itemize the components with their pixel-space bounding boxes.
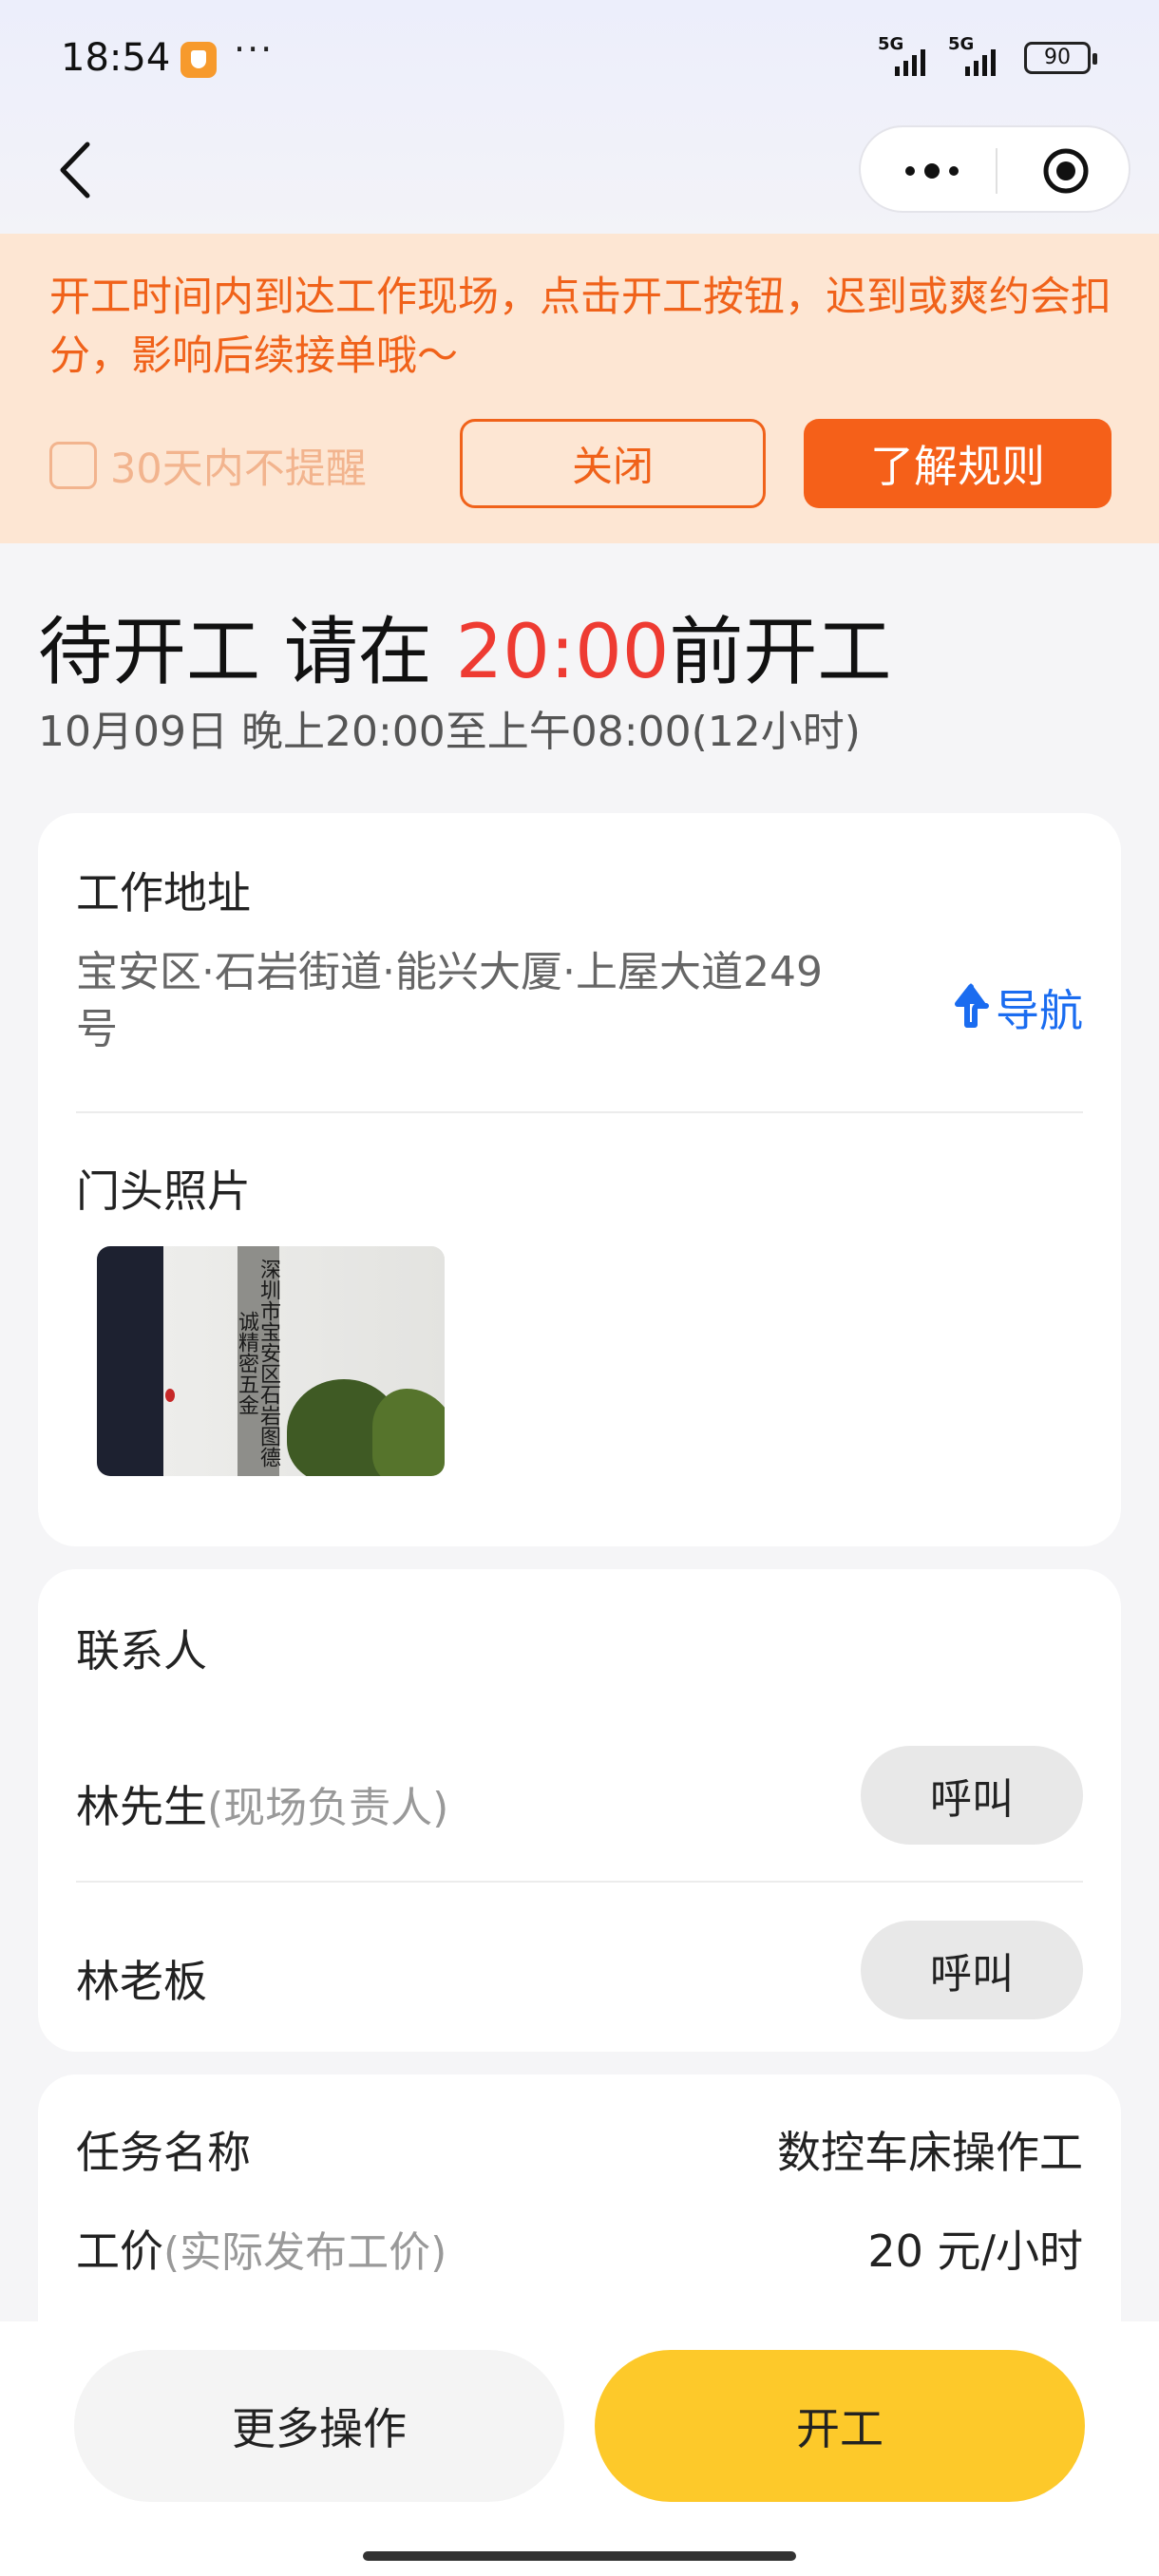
contact-name: 林老板 bbox=[76, 1947, 207, 2010]
top-header: 18:54 ··· 5G 5G 90 bbox=[0, 0, 1159, 234]
photo-plant-2 bbox=[372, 1389, 445, 1476]
signal-icon-2: 5G bbox=[948, 34, 996, 76]
contact-row: 林老板 呼叫 bbox=[76, 1921, 1083, 2019]
network-label-2: 5G bbox=[948, 34, 975, 54]
task-name-value: 数控车床操作工 bbox=[777, 2127, 1083, 2178]
bottom-action-bar: 更多操作 开工 bbox=[0, 2321, 1159, 2576]
signal-icon-1: 5G bbox=[878, 34, 925, 76]
address-title: 工作地址 bbox=[76, 867, 251, 919]
learn-rules-button[interactable]: 了解规则 bbox=[804, 419, 1112, 508]
notice-banner: 开工时间内到达工作现场，点击开工按钮，迟到或爽约会扣分，影响后续接单哦～ 30天… bbox=[0, 234, 1159, 543]
contact-name-text: 林先生 bbox=[76, 1781, 207, 1832]
navigate-label: 导航 bbox=[996, 985, 1083, 1036]
back-arrow-icon bbox=[60, 142, 90, 199]
status-more-dots: ··· bbox=[234, 28, 275, 70]
contacts-card: 联系人 林先生(现场负责人) 呼叫 林老板 呼叫 bbox=[38, 1569, 1121, 2052]
exit-button[interactable] bbox=[1041, 146, 1091, 196]
storefront-photo[interactable]: 深圳市宝安区石岩图德诚精密五金 bbox=[97, 1246, 445, 1476]
more-dots-icon bbox=[905, 163, 959, 179]
address-divider bbox=[76, 1111, 1083, 1113]
contacts-divider bbox=[76, 1881, 1083, 1883]
deadline-time: 20:00 bbox=[455, 610, 670, 695]
address-card: 工作地址 宝安区·石岩街道·能兴大厦·上屋大道249号 导航 门头照片 深圳市宝… bbox=[38, 813, 1121, 1546]
contact-name-text: 林老板 bbox=[76, 1956, 207, 2007]
contacts-title: 联系人 bbox=[76, 1625, 207, 1676]
battery-icon: 90 bbox=[1024, 42, 1097, 74]
wage-value: 20 元/小时 bbox=[867, 2226, 1083, 2277]
call-button[interactable]: 呼叫 bbox=[861, 1921, 1083, 2019]
do-not-remind-label: 30天内不提醒 bbox=[110, 445, 367, 493]
start-work-button[interactable]: 开工 bbox=[595, 2350, 1085, 2502]
schedule-text: 10月09日 晚上20:00至上午08:00(12小时) bbox=[38, 708, 861, 756]
call-button[interactable]: 呼叫 bbox=[861, 1746, 1083, 1845]
contact-role: (现场负责人) bbox=[207, 1784, 449, 1832]
task-name-row: 任务名称 数控车床操作工 bbox=[76, 2118, 1083, 2178]
page-title: 待开工 请在 20:00前开工 bbox=[38, 593, 891, 699]
checkbox-icon bbox=[49, 442, 97, 489]
mini-program-capsule bbox=[859, 125, 1130, 213]
photo-door bbox=[97, 1246, 163, 1476]
wage-label: 工价(实际发布工价) bbox=[76, 2217, 446, 2280]
contact-row: 林先生(现场负责人) 呼叫 bbox=[76, 1746, 1083, 1845]
wage-label-text: 工价 bbox=[76, 2226, 163, 2277]
photo-red-mark bbox=[165, 1389, 175, 1402]
navigate-button[interactable]: 导航 bbox=[950, 976, 1083, 1039]
wage-hint: (实际发布工价) bbox=[163, 2228, 447, 2277]
home-indicator[interactable] bbox=[363, 2551, 796, 2561]
network-label-1: 5G bbox=[878, 34, 904, 54]
capsule-divider bbox=[996, 148, 998, 194]
app-shield-icon bbox=[180, 42, 217, 78]
back-button[interactable] bbox=[53, 139, 101, 201]
status-text: 待开工 请在 bbox=[38, 610, 456, 695]
task-name-label: 任务名称 bbox=[76, 2127, 251, 2178]
wage-row: 工价(实际发布工价) 20 元/小时 bbox=[76, 2217, 1083, 2277]
photo-sign-plate: 深圳市宝安区石岩图德诚精密五金 bbox=[235, 1246, 280, 1476]
storefront-photo-title: 门头照片 bbox=[76, 1165, 251, 1217]
status-bar: 18:54 ··· 5G 5G 90 bbox=[0, 0, 1159, 114]
more-actions-button[interactable]: 更多操作 bbox=[74, 2350, 564, 2502]
do-not-remind-checkbox[interactable]: 30天内不提醒 bbox=[49, 437, 367, 494]
deadline-suffix: 前开工 bbox=[669, 610, 892, 695]
work-address: 宝安区·石岩街道·能兴大厦·上屋大道249号 bbox=[76, 948, 823, 1053]
close-notice-button[interactable]: 关闭 bbox=[460, 419, 766, 508]
notice-text: 开工时间内到达工作现场，点击开工按钮，迟到或爽约会扣分，影响后续接单哦～ bbox=[49, 274, 1112, 380]
contact-name: 林先生(现场负责人) bbox=[76, 1772, 448, 1835]
close-target-icon bbox=[1043, 148, 1089, 194]
status-time: 18:54 bbox=[61, 36, 171, 80]
navigation-arrow-icon bbox=[955, 983, 989, 1028]
more-button[interactable] bbox=[899, 152, 965, 190]
